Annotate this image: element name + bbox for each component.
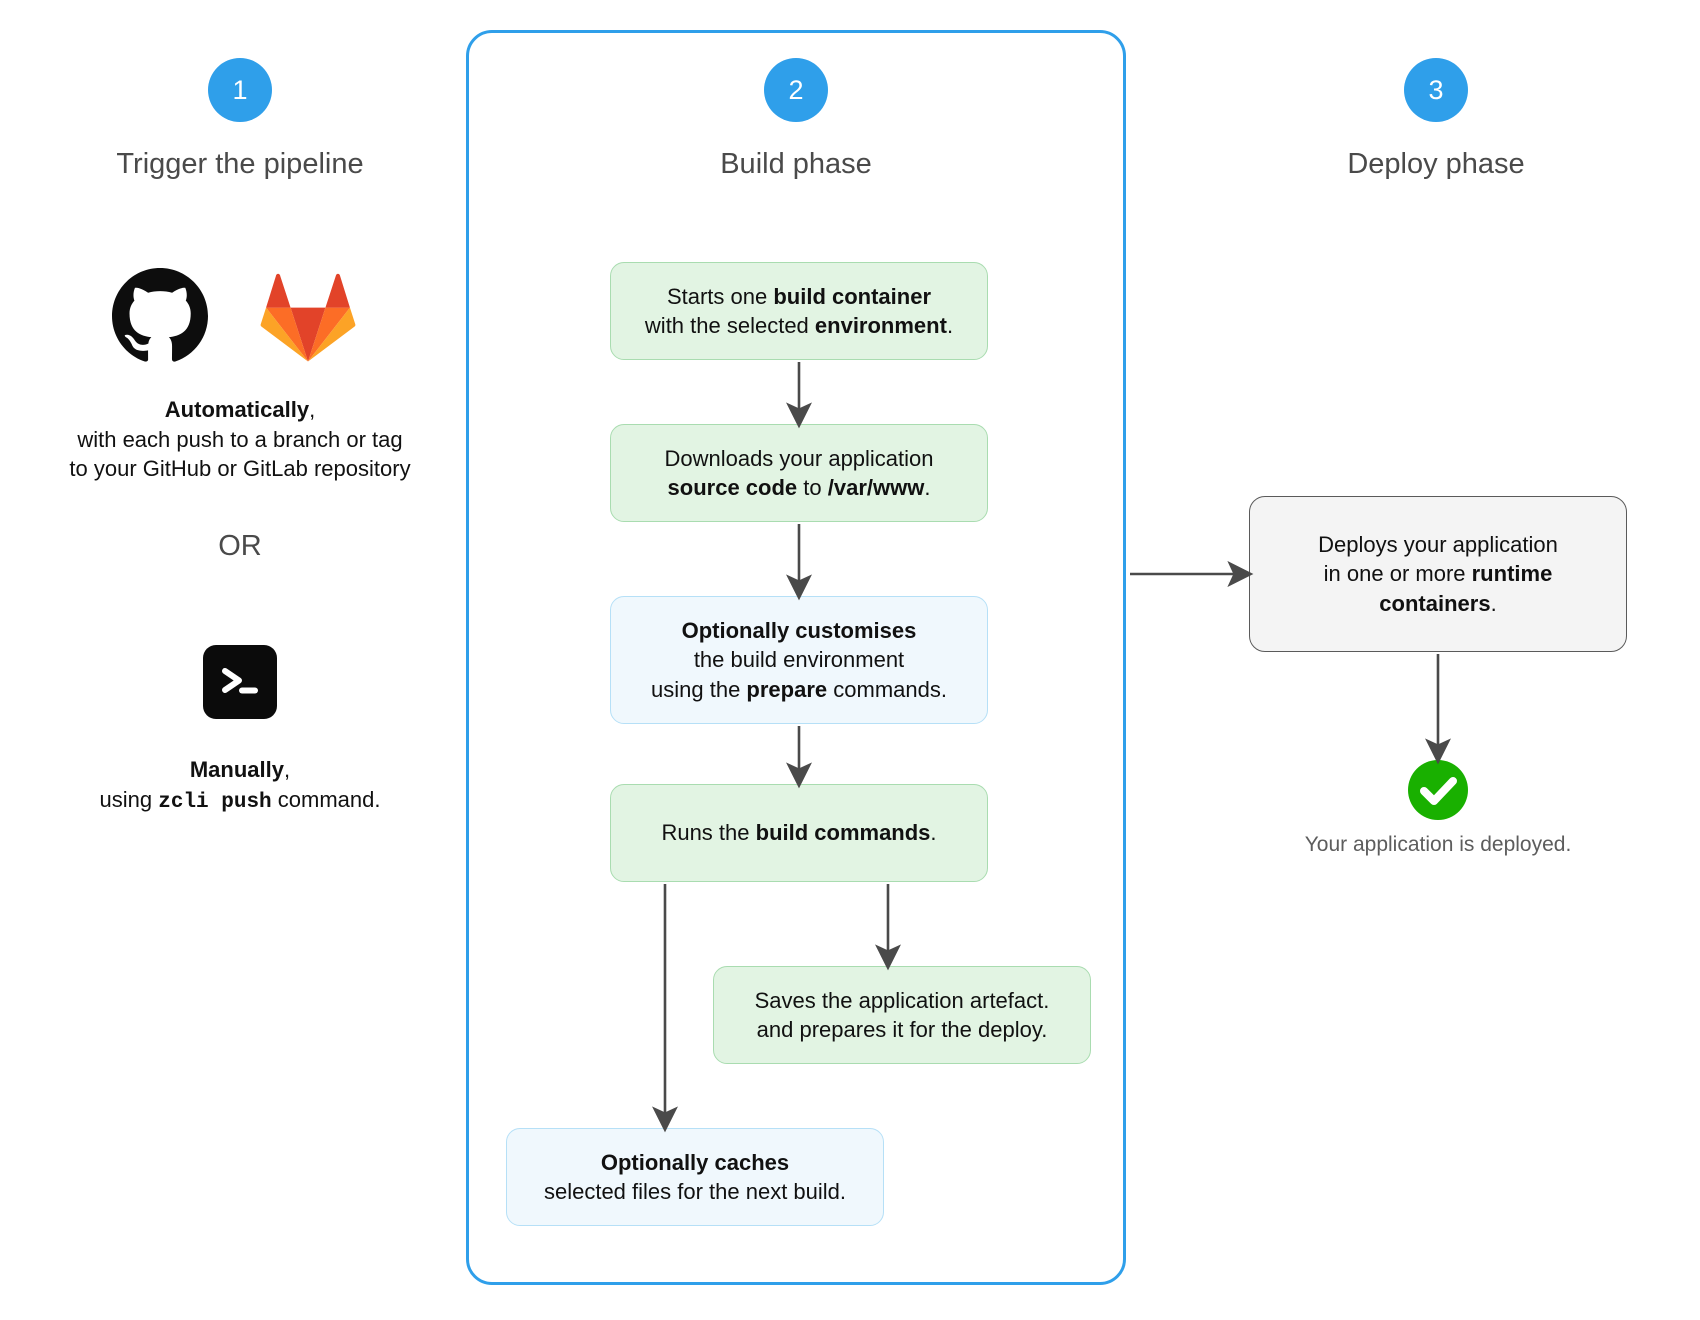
diagram-canvas: 1 Trigger the pipeline 2 Build phase 3 D… (0, 0, 1700, 1320)
flow-arrows (652, 362, 1451, 1133)
